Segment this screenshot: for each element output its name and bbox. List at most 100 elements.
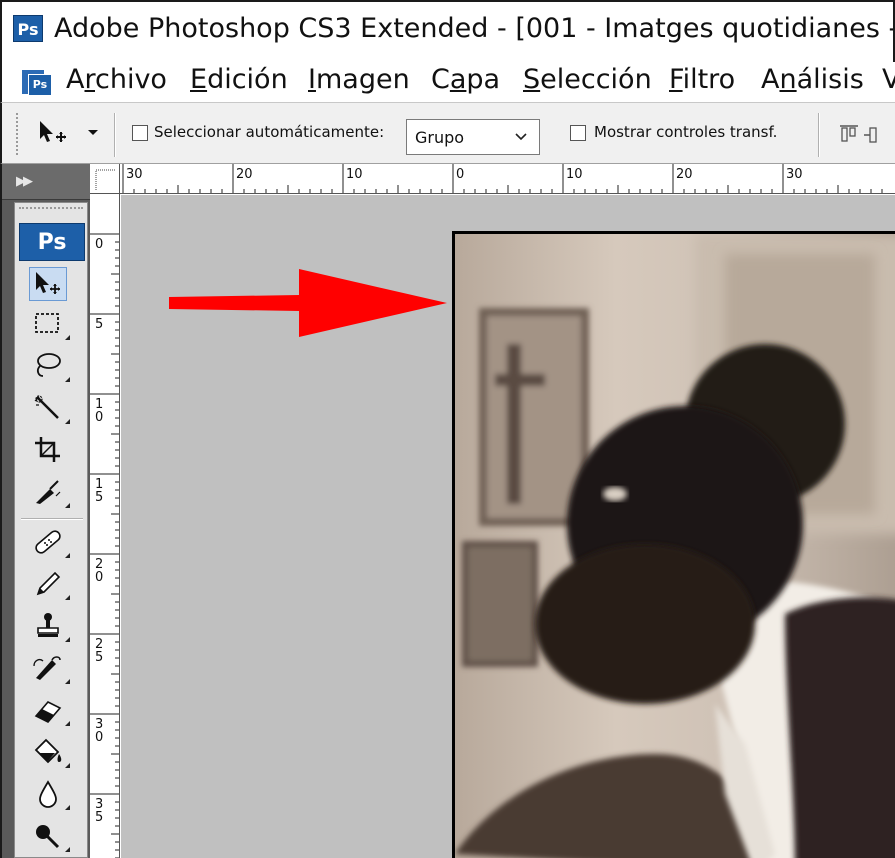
horizontal-ruler[interactable]: 30 20 10 0 10 20 30 [120,164,895,194]
toolbox: Ps [14,202,88,858]
photoshop-logo-button[interactable]: Ps [19,223,85,261]
align-buttons[interactable] [836,123,895,147]
menu-vista-pre: V [882,64,895,95]
vertical-ruler[interactable]: 05101520253035 [90,194,120,858]
lasso-tool[interactable] [29,349,70,383]
dodge-icon [36,825,60,849]
magic-wand-icon [34,395,59,419]
collapse-panel-icon[interactable]: ▶▶ [16,174,33,189]
options-bar-grip[interactable] [16,113,20,155]
menu-archivo[interactable]: Archivo [66,64,167,95]
ruler-label: 0 [456,167,464,182]
menu-edicion-post: dición [207,64,288,95]
align-top-icon [840,125,877,143]
water-drop-icon [39,780,57,808]
healing-brush-tool[interactable] [29,525,70,559]
window-title: Adobe Photoshop CS3 Extended - [001 - Im… [54,13,895,44]
menu-capa-pre: C [431,64,450,95]
menu-capa-accel: a [449,64,467,95]
ruler-label: 0 [95,570,103,585]
eraser-tool[interactable] [29,693,70,727]
ruler-label: 5 [95,490,103,505]
menu-filtro[interactable]: Filtro [669,64,735,95]
canvas-area[interactable] [121,195,895,858]
submenu-corner [65,721,70,726]
ruler-origin-icon [95,169,116,190]
menu-archivo-post: chivo [95,64,167,95]
clone-stamp-tool[interactable] [29,609,70,643]
blur-tool[interactable] [29,777,70,811]
menu-capa-post: pa [466,64,501,95]
arrow-shape [169,269,447,337]
menu-imagen-accel: I [308,64,316,95]
submenu-corner [65,847,70,852]
eraser-icon [34,701,62,723]
menu-imagen[interactable]: Imagen [308,64,410,95]
menu-seleccion[interactable]: Selección [523,64,652,95]
auto-select-dropdown[interactable]: Grupo [406,119,540,155]
auto-select-label: Seleccionar automáticamente: [154,123,385,141]
paint-bucket-tool[interactable] [29,735,70,769]
slice-tool[interactable] [29,475,70,509]
slice-knife-icon [36,480,61,504]
ruler-label: 5 [95,650,103,665]
dodge-tool[interactable] [29,819,70,853]
show-transform-checkbox[interactable] [570,125,586,141]
submenu-corner [65,679,70,684]
submenu-corner [65,503,70,508]
menu-seleccion-post: elección [540,64,652,95]
tool-preset-picker[interactable] [32,117,102,149]
auto-select-checkbox[interactable] [132,125,148,141]
crop-icon [35,437,60,462]
red-arrow-icon [169,269,447,337]
menu-archivo-pre: A [66,64,85,95]
menu-seleccion-accel: S [523,64,541,95]
move-tool[interactable] [29,267,67,301]
document-photo[interactable] [452,231,895,858]
pencil-icon [36,571,61,596]
submenu-corner [65,595,70,600]
vertical-ruler-ticks: 05101520253035 [90,233,119,858]
chevron-down-icon [515,133,527,141]
submenu-corner [65,335,70,340]
menu-filtro-accel: F [669,64,683,95]
ruler-label: 0 [95,410,103,425]
show-transform-label: Mostrar controles transf. [594,123,778,141]
bandage-icon [35,530,61,554]
history-brush-tool[interactable] [29,651,70,685]
submenu-corner [65,637,70,642]
document-icon-front: Ps [28,74,52,96]
menu-edicion[interactable]: Edición [190,64,288,95]
options-separator-2 [818,113,820,157]
submenu-corner [65,763,70,768]
tools-panel-header[interactable]: ▶▶ [2,164,90,200]
ruler-label: 0 [95,237,103,252]
menu-archivo-accel: r [84,64,95,95]
menu-vista[interactable]: V [882,64,895,95]
document-icon[interactable]: Ps [22,68,54,96]
toolbox-grip[interactable] [19,207,83,215]
ruler-origin[interactable] [90,164,120,194]
quick-selection-tool[interactable] [29,391,70,425]
submenu-corner [65,805,70,810]
marquee-tool[interactable] [29,307,70,341]
menu-bar: Ps Archivo Edición Imagen Capa Selección… [0,62,895,102]
ruler-label: 5 [95,317,103,332]
options-bar: Seleccionar automáticamente: Grupo Mostr… [0,102,895,164]
photoshop-app-icon[interactable]: Ps [13,15,43,42]
sepia-photo [455,234,895,858]
menu-analisis[interactable]: Análisis [761,64,864,95]
menu-capa[interactable]: Capa [431,64,500,95]
history-brush-icon [33,656,61,680]
menu-edicion-accel: E [190,64,208,95]
ruler-label: 0 [95,730,103,745]
menu-analisis-post: álisis [796,64,864,95]
brush-tool[interactable] [29,567,70,601]
crop-tool[interactable] [29,433,67,467]
ruler-label: 5 [95,810,103,825]
move-icon [36,272,60,294]
ruler-label: 10 [346,167,363,182]
submenu-corner [65,553,70,558]
stamp-icon [37,613,59,637]
menu-imagen-post: magen [315,64,410,95]
